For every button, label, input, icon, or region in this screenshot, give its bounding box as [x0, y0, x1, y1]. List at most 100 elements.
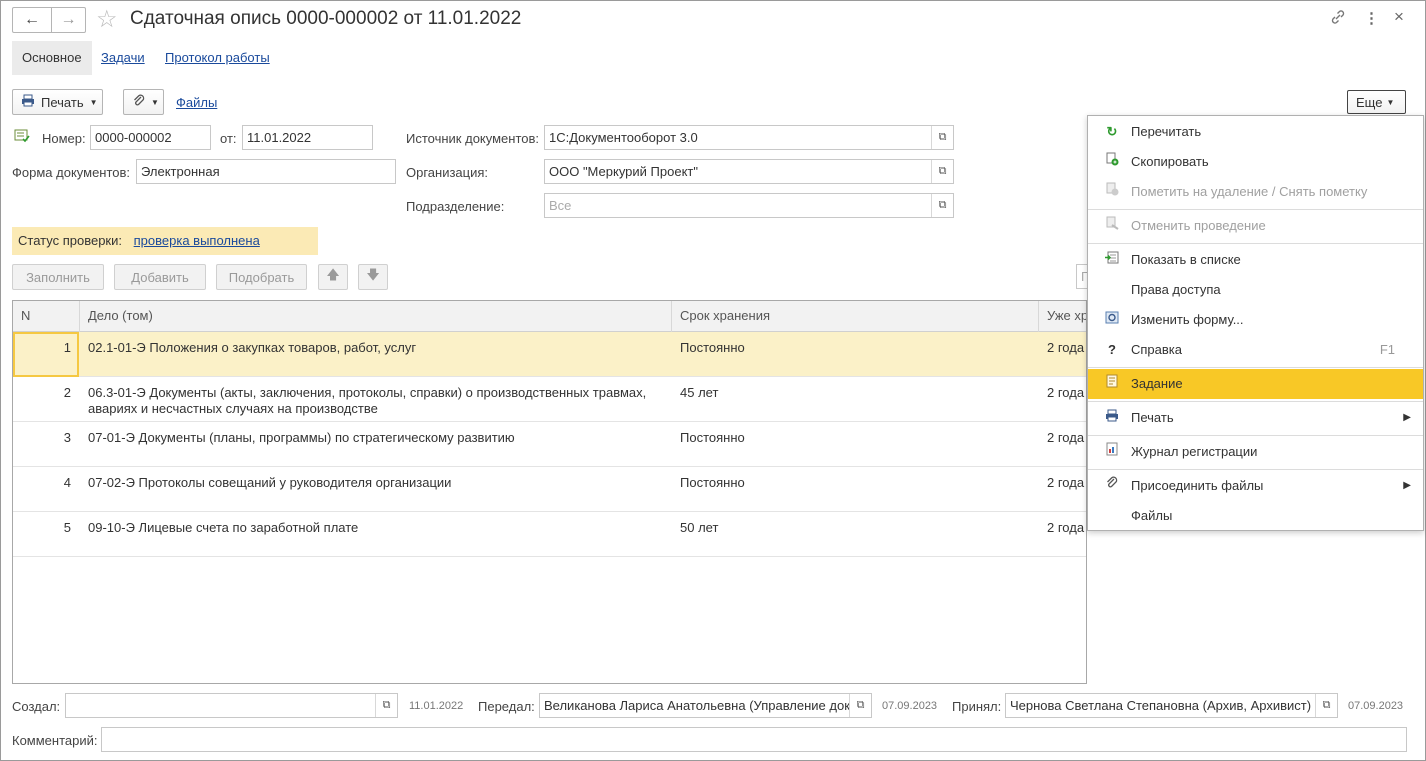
more-button[interactable]: Еще ▼	[1347, 90, 1406, 114]
menu-item-files[interactable]: Файлы	[1088, 501, 1423, 531]
doc-form-label: Форма документов:	[12, 165, 131, 180]
check-status-label: Статус проверки:	[18, 233, 122, 248]
row-number: 4	[63, 475, 71, 490]
row-case: 07-01-Э Документы (планы, программы) по …	[88, 430, 515, 445]
add-button[interactable]: Добавить	[114, 264, 206, 290]
menu-separator	[1088, 401, 1423, 402]
open-icon[interactable]: ⧉	[375, 694, 397, 717]
menu-item-label: Журнал регистрации	[1131, 444, 1258, 459]
menu-item-print[interactable]: Печать ▶	[1088, 403, 1423, 433]
row-case: 07-02-Э Протоколы совещаний у руководите…	[88, 475, 452, 490]
tab-tasks[interactable]: Задачи	[91, 41, 155, 75]
accepted-label: Принял:	[952, 699, 1002, 714]
event-log-icon	[1104, 437, 1120, 467]
col-case[interactable]: Дело (том)	[80, 301, 672, 332]
menu-item-attach-files[interactable]: Присоединить файлы ▶	[1088, 471, 1423, 501]
table-row[interactable]: 4 07-02-Э Протоколы совещаний у руководи…	[13, 467, 1086, 512]
table-row[interactable]: 5 09-10-Э Лицевые счета по заработной пл…	[13, 512, 1086, 557]
row-term: Постоянно	[680, 475, 745, 490]
menu-separator	[1088, 243, 1423, 244]
menu-separator	[1088, 209, 1423, 210]
col-n[interactable]: N	[13, 301, 80, 332]
row-number: 5	[63, 520, 71, 535]
row-case-line2: авариях и несчастных случаях на производ…	[88, 401, 378, 416]
fill-button[interactable]: Заполнить	[12, 264, 104, 290]
arrow-up-icon: 🡅	[326, 267, 340, 282]
move-up-button[interactable]: 🡅	[318, 264, 348, 290]
dropdown-arrow-icon: ▼	[1386, 97, 1395, 107]
close-icon[interactable]: ×	[1394, 7, 1404, 27]
page-title: Сдаточная опись 0000-000002 от 11.01.202…	[130, 8, 522, 29]
row-case-line1: 06.3-01-Э Документы (акты, заключения, п…	[88, 385, 647, 400]
printer-icon	[1104, 403, 1120, 433]
date-field[interactable]: 11.01.2022	[242, 125, 373, 150]
dept-label: Подразделение:	[406, 199, 505, 214]
source-field[interactable]: 1С:Документооборот 3.0 ⧉	[544, 125, 954, 150]
back-button[interactable]: ←	[12, 7, 52, 33]
print-button[interactable]: Печать ▼	[12, 89, 103, 115]
menu-item-label: Справка	[1131, 342, 1182, 357]
menu-item-reread[interactable]: ↻ Перечитать	[1088, 117, 1423, 147]
doc-form-field[interactable]: Электронная	[136, 159, 396, 184]
menu-item-help[interactable]: ? Справка F1	[1088, 335, 1423, 365]
open-icon[interactable]: ⧉	[931, 160, 953, 183]
menu-separator	[1088, 367, 1423, 368]
row-stored: 2 года	[1047, 340, 1085, 355]
dept-field[interactable]: Все ⧉	[544, 193, 954, 218]
passed-field[interactable]: Великанова Лариса Анатольевна (Управлени…	[539, 693, 872, 718]
number-field[interactable]: 0000-000002	[90, 125, 211, 150]
passed-label: Передал:	[478, 699, 535, 714]
menu-item-change-form[interactable]: Изменить форму...	[1088, 305, 1423, 335]
source-label: Источник документов:	[406, 131, 540, 146]
submenu-arrow-icon: ▶	[1403, 412, 1411, 423]
col-term[interactable]: Срок хранения	[672, 301, 1039, 332]
col-stored[interactable]: Уже хр	[1039, 301, 1086, 332]
org-value: ООО "Меркурий Проект"	[549, 164, 698, 179]
source-value: 1С:Документооборот 3.0	[549, 130, 698, 145]
menu-item-mark-delete[interactable]: Пометить на удаление / Снять пометку	[1088, 177, 1423, 207]
tab-work-log[interactable]: Протокол работы	[155, 41, 280, 75]
more-menu: ↻ Перечитать Скопировать Пометить на уда…	[1087, 115, 1424, 531]
menu-item-label: Права доступа	[1131, 282, 1221, 297]
shortcut-f1: F1	[1379, 342, 1395, 357]
forward-button[interactable]: →	[51, 7, 86, 33]
menu-item-label: Скопировать	[1131, 154, 1209, 169]
print-label: Печать	[41, 94, 84, 110]
menu-separator	[1088, 435, 1423, 436]
open-icon[interactable]: ⧉	[849, 694, 871, 717]
created-date: 11.01.2022	[409, 700, 464, 712]
files-link[interactable]: Файлы	[176, 95, 217, 110]
table-row[interactable]: 1 02.1-01-Э Положения о закупках товаров…	[13, 332, 1086, 377]
task-icon	[1104, 369, 1120, 399]
row-stored: 2 года	[1047, 430, 1085, 445]
more-vertical-icon[interactable]: ⋮	[1364, 9, 1379, 27]
arrow-down-icon: 🡇	[366, 267, 380, 282]
menu-item-copy[interactable]: Скопировать	[1088, 147, 1423, 177]
table-row[interactable]: 2 06.3-01-Э Документы (акты, заключения,…	[13, 377, 1086, 422]
open-icon[interactable]: ⧉	[931, 126, 953, 149]
row-term: 50 лет	[680, 520, 719, 535]
menu-item-show-in-list[interactable]: Показать в списке	[1088, 245, 1423, 275]
menu-item-access-rights[interactable]: Права доступа	[1088, 275, 1423, 305]
paperclip-icon	[132, 94, 146, 111]
link-icon[interactable]	[1330, 9, 1346, 29]
open-icon[interactable]: ⧉	[1315, 694, 1337, 717]
comment-field[interactable]	[101, 727, 1407, 752]
accepted-field[interactable]: Чернова Светлана Степановна (Архив, Архи…	[1005, 693, 1338, 718]
favorite-star-icon[interactable]: ☆	[96, 5, 118, 34]
move-down-button[interactable]: 🡇	[358, 264, 388, 290]
row-stored: 2 года	[1047, 475, 1085, 490]
menu-item-label: Отменить проведение	[1131, 218, 1266, 233]
attach-button[interactable]: ▼	[123, 89, 164, 115]
open-icon[interactable]: ⧉	[931, 194, 953, 217]
table-row[interactable]: 3 07-01-Э Документы (планы, программы) п…	[13, 422, 1086, 467]
menu-item-unpost[interactable]: Отменить проведение	[1088, 211, 1423, 241]
created-field[interactable]: ⧉	[65, 693, 398, 718]
menu-item-event-log[interactable]: Журнал регистрации	[1088, 437, 1423, 467]
menu-item-task[interactable]: Задание	[1088, 369, 1423, 399]
org-field[interactable]: ООО "Меркурий Проект" ⧉	[544, 159, 954, 184]
unpost-icon	[1104, 211, 1120, 241]
pick-button[interactable]: Подобрать	[216, 264, 307, 290]
tab-main[interactable]: Основное	[12, 41, 92, 75]
row-number: 2	[63, 385, 71, 400]
